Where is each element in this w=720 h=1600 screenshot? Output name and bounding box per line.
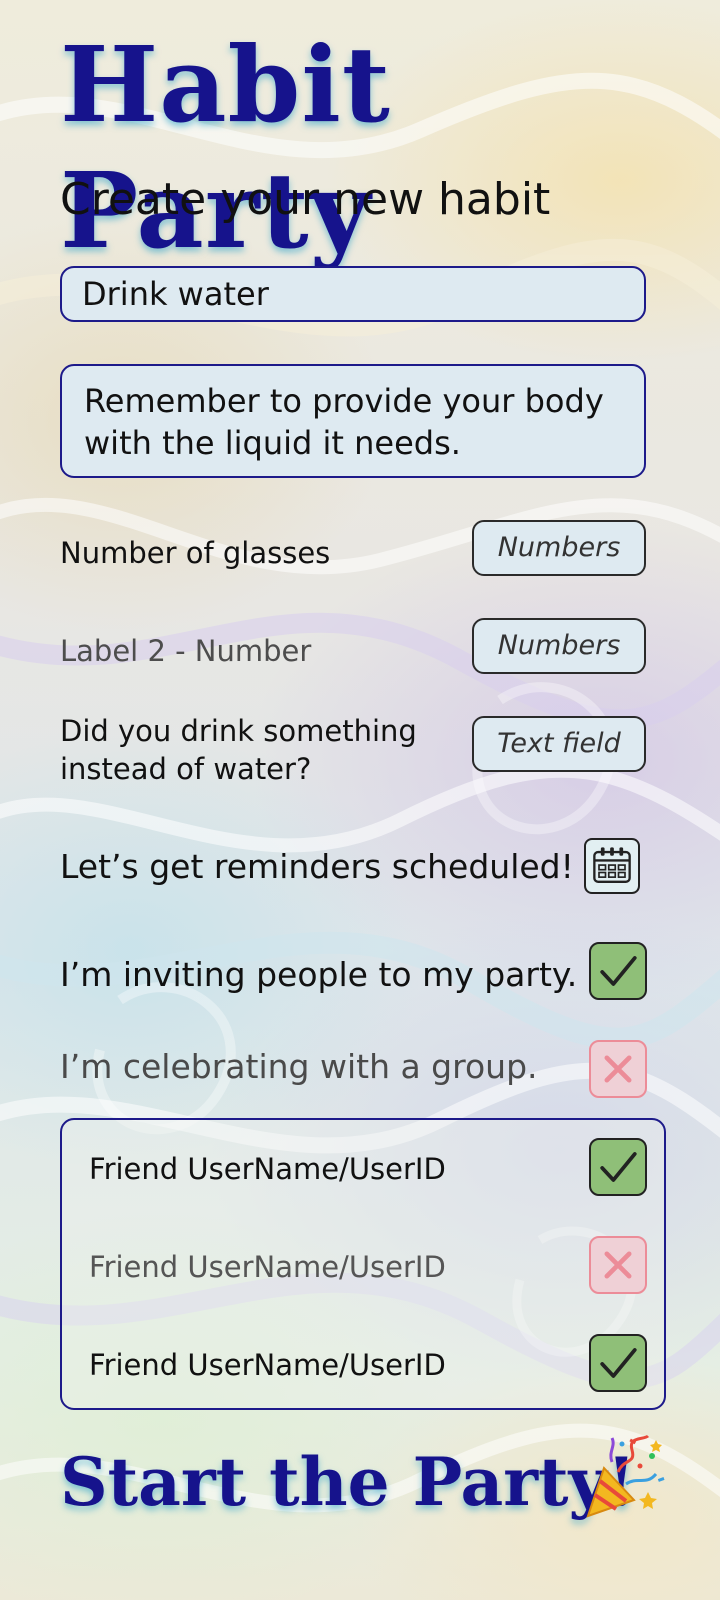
calendar-button[interactable] bbox=[584, 838, 640, 894]
friend-1-checkbox[interactable] bbox=[589, 1138, 647, 1196]
reminders-label: Let’s get reminders scheduled! bbox=[60, 847, 574, 886]
party-popper-icon[interactable] bbox=[582, 1432, 666, 1522]
checkmark-icon bbox=[600, 1348, 637, 1378]
friend-3-checkbox[interactable] bbox=[589, 1334, 647, 1392]
habit-description-field[interactable]: Remember to provide your body with the l… bbox=[60, 364, 646, 478]
habit-name-field[interactable]: Drink water bbox=[60, 266, 646, 322]
glasses-label: Number of glasses bbox=[60, 536, 331, 570]
other-drink-text-input[interactable]: Text field bbox=[472, 716, 646, 772]
friend-label: Friend UserName/UserID bbox=[89, 1250, 446, 1284]
label-2-number-input[interactable]: Numbers bbox=[472, 618, 646, 674]
friend-label: Friend UserName/UserID bbox=[89, 1152, 446, 1186]
group-label: I’m celebrating with a group. bbox=[60, 1047, 538, 1086]
start-party-button[interactable]: Start the Party! bbox=[60, 1436, 636, 1528]
label-2-number-label: Label 2 - Number bbox=[60, 634, 312, 668]
friend-2-checkbox[interactable] bbox=[589, 1236, 647, 1294]
invite-label: I’m inviting people to my party. bbox=[60, 955, 578, 994]
cross-icon bbox=[604, 1251, 632, 1279]
checkmark-icon bbox=[600, 1152, 637, 1182]
app-title: Habit Party bbox=[60, 23, 391, 272]
calendar-icon bbox=[593, 847, 631, 883]
checkmark-icon bbox=[600, 956, 637, 986]
glasses-number-input[interactable]: Numbers bbox=[472, 520, 646, 576]
invite-checkbox[interactable] bbox=[589, 942, 647, 1000]
group-checkbox[interactable] bbox=[589, 1040, 647, 1098]
friend-label: Friend UserName/UserID bbox=[89, 1348, 446, 1382]
cross-icon bbox=[604, 1055, 632, 1083]
page-subtitle: Create your new habit bbox=[60, 174, 551, 225]
other-drink-label: Did you drink something instead of water… bbox=[60, 714, 417, 786]
